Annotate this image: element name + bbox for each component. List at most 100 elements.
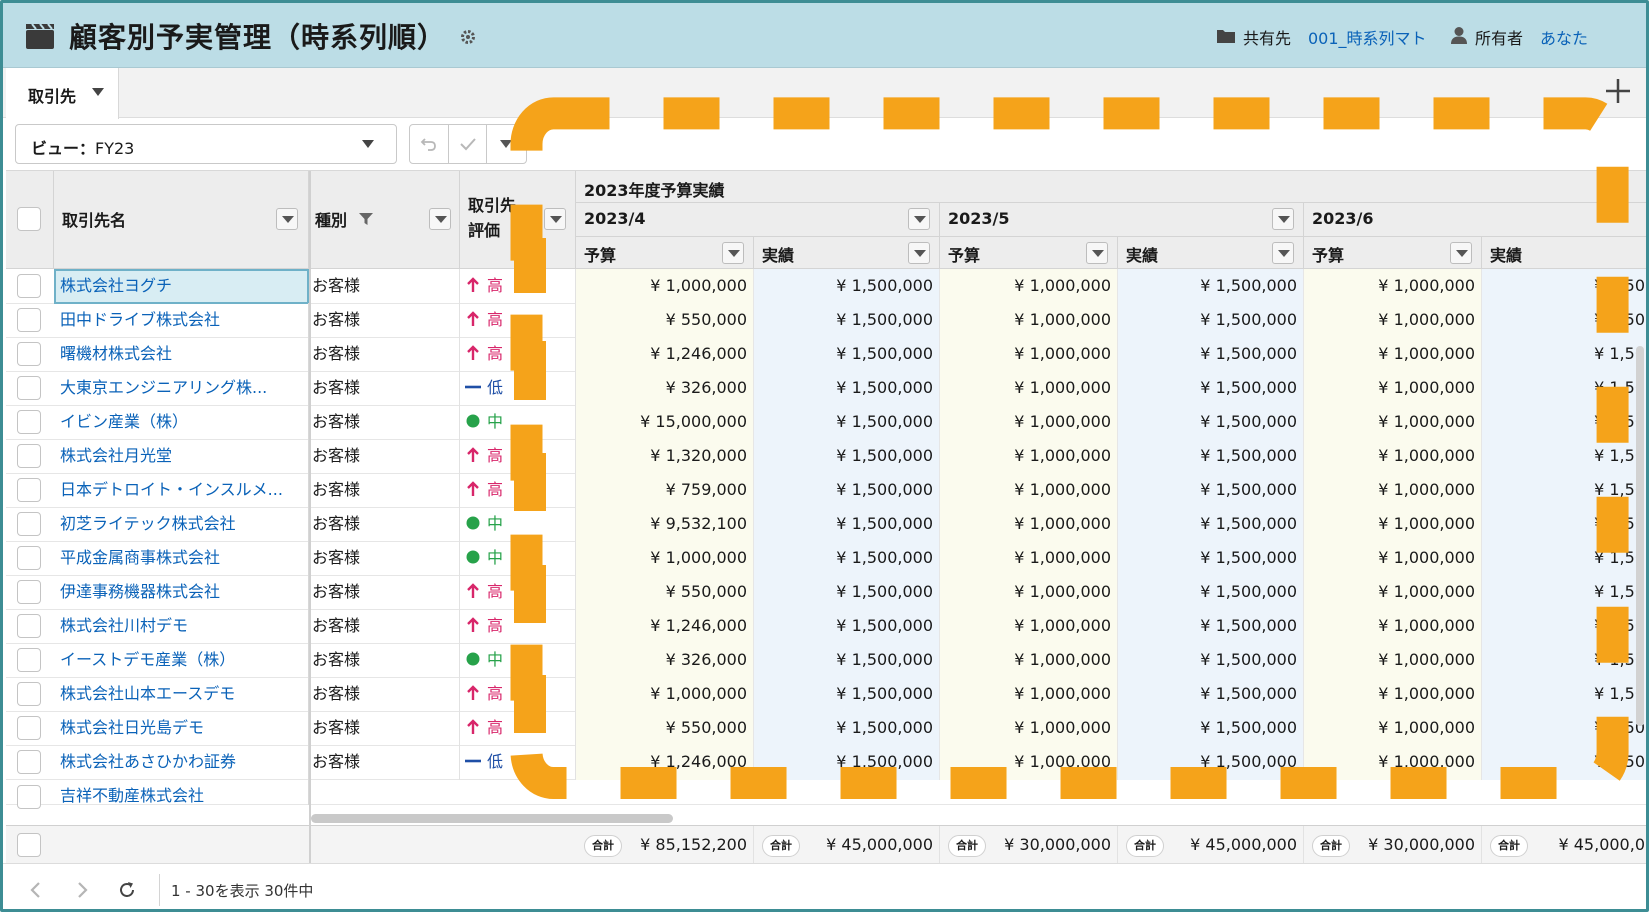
column-menu-button[interactable] [544, 208, 566, 230]
budget-cell[interactable]: ¥ 326,000 [576, 371, 754, 406]
budget-cell[interactable]: ¥ 1,000,000 [1304, 405, 1482, 440]
horizontal-scrollbar[interactable] [311, 814, 673, 823]
row-checkbox[interactable] [17, 614, 41, 638]
budget-cell[interactable]: ¥ 1,000,000 [940, 575, 1118, 610]
column-menu-button[interactable] [1272, 242, 1294, 264]
account-name-link[interactable]: イーストデモ産業（株） [54, 643, 309, 678]
budget-cell[interactable]: ¥ 1,000,000 [940, 745, 1118, 780]
caret-down-icon[interactable] [92, 87, 104, 97]
row-checkbox[interactable] [17, 682, 41, 706]
account-name-link[interactable]: イビン産業（株） [54, 405, 309, 440]
budget-cell[interactable]: ¥ 1,000,000 [940, 609, 1118, 644]
budget-cell[interactable]: ¥ 1,000,000 [1304, 541, 1482, 576]
actual-cell[interactable]: ¥ 1,50 [1482, 269, 1646, 304]
budget-cell[interactable]: ¥ 1,000,000 [1304, 371, 1482, 406]
budget-cell[interactable]: ¥ 550,000 [576, 575, 754, 610]
actual-cell[interactable]: ¥ 1,500,000 [1118, 643, 1304, 678]
row-checkbox[interactable] [17, 648, 41, 672]
share-value-link[interactable]: 001_時系列マト [1308, 25, 1427, 49]
row-checkbox[interactable] [17, 580, 41, 604]
actual-cell[interactable]: ¥ 1,500,000 [754, 337, 940, 372]
budget-cell[interactable]: ¥ 1,000,000 [940, 473, 1118, 508]
actual-cell[interactable]: ¥ 1,500,000 [754, 745, 940, 780]
budget-cell[interactable]: ¥ 1,000,000 [576, 541, 754, 576]
budget-cell[interactable]: ¥ 1,000,000 [1304, 711, 1482, 746]
budget-cell[interactable]: ¥ 1,000,000 [576, 677, 754, 712]
row-checkbox[interactable] [17, 376, 41, 400]
actual-cell[interactable]: ¥ 1,500,000 [1118, 677, 1304, 712]
budget-cell[interactable]: ¥ 1,000,000 [1304, 643, 1482, 678]
row-checkbox[interactable] [17, 716, 41, 740]
budget-cell[interactable]: ¥ 1,000,000 [940, 439, 1118, 474]
budget-cell[interactable]: ¥ 1,000,000 [1304, 507, 1482, 542]
select-all-checkbox[interactable] [17, 207, 41, 231]
actual-cell[interactable]: ¥ 1,50 [1482, 371, 1646, 406]
actual-cell[interactable]: ¥ 1,500,000 [1118, 473, 1304, 508]
budget-cell[interactable]: ¥ 1,246,000 [576, 745, 754, 780]
budget-cell[interactable]: ¥ 1,000,000 [1304, 575, 1482, 610]
actual-cell[interactable]: ¥ 1,500,000 [754, 371, 940, 406]
actual-cell[interactable]: ¥ 1,500,000 [1118, 371, 1304, 406]
actual-cell[interactable]: ¥ 1,500,000 [754, 643, 940, 678]
budget-cell[interactable]: ¥ 1,000,000 [940, 541, 1118, 576]
actual-cell[interactable]: ¥ 1,500,000 [754, 439, 940, 474]
actual-cell[interactable]: ¥ 1,50 [1482, 405, 1646, 440]
account-name-link[interactable]: 株式会社あさひかわ証券 [54, 745, 309, 780]
budget-cell[interactable]: ¥ 1,000,000 [940, 507, 1118, 542]
refresh-icon[interactable] [117, 880, 137, 900]
budget-cell[interactable]: ¥ 1,000,000 [1304, 473, 1482, 508]
budget-cell[interactable]: ¥ 1,000,000 [940, 337, 1118, 372]
budget-cell[interactable]: ¥ 1,000,000 [1304, 303, 1482, 338]
column-menu-button[interactable] [908, 242, 930, 264]
budget-cell[interactable]: ¥ 15,000,000 [576, 405, 754, 440]
actual-cell[interactable]: ¥ 1,50 [1482, 303, 1646, 338]
account-name-link[interactable]: 株式会社ヨグチ [54, 269, 309, 304]
actual-cell[interactable]: ¥ 1,500,000 [754, 405, 940, 440]
budget-cell[interactable]: ¥ 1,246,000 [576, 609, 754, 644]
row-checkbox[interactable] [17, 478, 41, 502]
actual-cell[interactable]: ¥ 1,500,000 [1118, 711, 1304, 746]
actual-cell[interactable]: ¥ 1,500,000 [1118, 269, 1304, 304]
actual-cell[interactable]: ¥ 1,500,000 [754, 541, 940, 576]
budget-cell[interactable]: ¥ 550,000 [576, 711, 754, 746]
undo-button[interactable] [410, 125, 449, 163]
actual-cell[interactable]: ¥ 1,500,000 [1118, 541, 1304, 576]
budget-cell[interactable]: ¥ 1,000,000 [1304, 439, 1482, 474]
actual-cell[interactable]: ¥ 1,500,000 [754, 507, 940, 542]
actual-cell[interactable]: ¥ 1,50 [1482, 541, 1646, 576]
budget-cell[interactable]: ¥ 1,000,000 [1304, 337, 1482, 372]
budget-cell[interactable]: ¥ 1,000,000 [1304, 269, 1482, 304]
plus-icon[interactable] [1603, 76, 1633, 106]
actual-cell[interactable]: ¥ 1,50 [1482, 745, 1646, 780]
account-name-link[interactable]: 平成金属商事株式会社 [54, 541, 309, 576]
budget-cell[interactable]: ¥ 1,320,000 [576, 439, 754, 474]
account-name-link[interactable]: 株式会社月光堂 [54, 439, 309, 474]
account-name-link[interactable]: 株式会社山本エースデモ [54, 677, 309, 712]
budget-cell[interactable]: ¥ 1,000,000 [1304, 677, 1482, 712]
column-menu-button[interactable] [1272, 208, 1294, 230]
actual-cell[interactable]: ¥ 1,500,000 [754, 269, 940, 304]
actual-cell[interactable]: ¥ 1,500,000 [1118, 337, 1304, 372]
actual-cell[interactable]: ¥ 1,500,000 [754, 677, 940, 712]
actual-cell[interactable]: ¥ 1,500,000 [754, 303, 940, 338]
actual-cell[interactable]: ¥ 1,500,000 [1118, 609, 1304, 644]
save-button[interactable] [449, 125, 488, 163]
account-name-link[interactable]: 吉祥不動産株式会社 [54, 779, 309, 805]
row-checkbox[interactable] [17, 274, 41, 298]
budget-cell[interactable]: ¥ 550,000 [576, 303, 754, 338]
account-name-link[interactable]: 大東京エンジニアリング株... [54, 371, 309, 406]
budget-cell[interactable]: ¥ 9,532,100 [576, 507, 754, 542]
view-select[interactable]: ビュー：FY23 [15, 124, 397, 164]
account-name-link[interactable]: 伊達事務機器株式会社 [54, 575, 309, 610]
account-name-link[interactable]: 初芝ライテック株式会社 [54, 507, 309, 542]
actual-cell[interactable]: ¥ 1,500,000 [1118, 405, 1304, 440]
column-menu-button[interactable] [276, 208, 298, 230]
gear-icon[interactable] [459, 28, 477, 46]
account-name-link[interactable]: 株式会社日光島デモ [54, 711, 309, 746]
vertical-scrollbar[interactable] [1636, 346, 1644, 726]
budget-cell[interactable]: ¥ 1,000,000 [940, 303, 1118, 338]
owner-value-link[interactable]: あなた [1540, 25, 1588, 49]
budget-cell[interactable]: ¥ 1,000,000 [940, 711, 1118, 746]
filter-icon[interactable] [359, 212, 373, 226]
chevron-left-icon[interactable] [29, 881, 43, 899]
